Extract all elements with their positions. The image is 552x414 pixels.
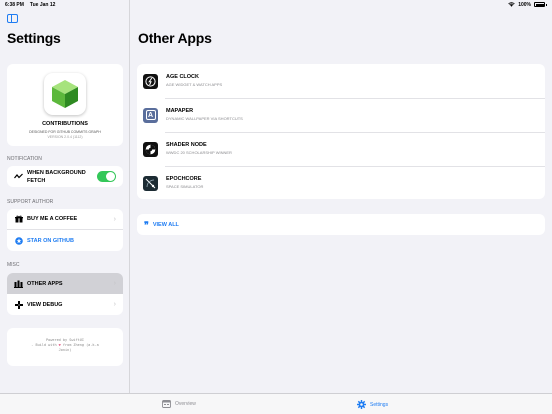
credits-line-4: Jonin)	[58, 347, 72, 352]
other-apps-list: AGE CLOCK AGE WIDGET & WATCH APPS A MAPA…	[137, 64, 545, 199]
app-desc: DYNAMIC WALLPAPER VIA SHORTCUTS	[166, 116, 243, 121]
notification-header: NOTIFICATION	[7, 156, 42, 162]
view-debug-row[interactable]: VIEW DEBUG ›	[7, 294, 123, 315]
app-subtitle: DESIGNED FOR GITHUB COMMITS GRAPH	[29, 130, 101, 134]
credits-build-text: - Build with	[31, 342, 57, 347]
gift-icon	[14, 215, 23, 224]
misc-header: MISC	[7, 262, 20, 268]
activity-icon	[14, 172, 23, 181]
tab-overview[interactable]: Overview	[162, 400, 196, 408]
app-name: EPOCHCORE	[166, 176, 202, 182]
battery-cap	[546, 3, 547, 6]
status-right: 100%	[508, 2, 547, 8]
list-item[interactable]: EPOCHCORE SPACE SIMULATOR	[137, 166, 545, 200]
tab-bar: Overview Settings	[0, 393, 552, 414]
star-github-label: STAR ON GITHUB	[27, 237, 74, 244]
support-header: SUPPORT AUTHOR	[7, 199, 54, 205]
tab-settings[interactable]: Settings	[357, 400, 388, 409]
app-desc: SPACE SIMULATOR	[166, 184, 204, 189]
sidebar-title: Settings	[7, 30, 61, 46]
star-github-row[interactable]: STAR ON GITHUB	[7, 230, 123, 251]
chevron-right-icon: ›	[113, 215, 116, 223]
tab-overview-label: Overview	[175, 401, 196, 407]
credits-card: Powered by SwiftUI - Build with ❤ from Z…	[7, 328, 123, 366]
view-all-label: VIEW ALL	[152, 221, 179, 228]
gear-icon	[357, 400, 366, 409]
list-item[interactable]: A MAPAPER DYNAMIC WALLPAPER VIA SHORTCUT…	[137, 98, 545, 132]
background-fetch-row: WHEN BACKGROUND FETCH	[7, 166, 123, 187]
mapaper-icon: A	[143, 107, 158, 123]
app-cube-icon	[44, 73, 86, 115]
view-debug-label: VIEW DEBUG	[27, 301, 63, 308]
sidebar: Settings CONTRIBUTIONS DESIGNED FOR GITH…	[0, 0, 130, 393]
other-apps-row[interactable]: OTHER APPS ›	[7, 273, 123, 294]
mapaper-glyph: A	[145, 110, 156, 120]
sidebar-toggle-icon[interactable]	[7, 14, 18, 23]
tab-settings-label: Settings	[370, 401, 389, 408]
credits-author-text: from Zheng (a.k.a	[62, 342, 99, 347]
app-desc: AGE WIDGET & WATCH APPS	[166, 82, 223, 87]
star-icon	[14, 236, 23, 245]
shader-node-icon	[143, 141, 158, 157]
gamepad-icon	[14, 300, 23, 309]
app-name: MAPAPER	[166, 108, 194, 114]
chevron-right-icon: ›	[113, 280, 116, 287]
status-date: Tue Jan 12	[29, 1, 56, 8]
buy-coffee-row[interactable]: BUY ME A COFFEE ›	[7, 209, 123, 230]
view-all-button[interactable]: ❞ VIEW ALL	[137, 214, 545, 235]
overview-icon	[162, 400, 171, 408]
other-apps-label: OTHER APPS	[27, 280, 63, 287]
status-time: 6:38 PM	[5, 1, 24, 8]
list-item[interactable]: SHADER NODE WWDC 20 SCHOLARSHIP WINNER	[137, 132, 545, 166]
battery-icon	[534, 2, 545, 7]
app-desc: WWDC 20 SCHOLARSHIP WINNER	[166, 150, 232, 155]
background-fetch-label: WHEN BACKGROUND FETCH	[27, 169, 86, 184]
status-bar: 6:38 PM Tue Jan 12 100%	[0, 0, 552, 9]
app-name: SHADER NODE	[166, 142, 207, 148]
apps-grid-icon	[14, 279, 23, 288]
epochcore-icon	[143, 175, 158, 191]
app-version: VERSION 2.0.4 (1112)	[47, 135, 83, 139]
background-fetch-toggle[interactable]	[97, 171, 116, 182]
app-info-card: CONTRIBUTIONS DESIGNED FOR GITHUB COMMIT…	[7, 64, 123, 146]
page-title: Other Apps	[138, 30, 212, 46]
chevron-right-icon: ›	[113, 301, 116, 308]
list-item[interactable]: AGE CLOCK AGE WIDGET & WATCH APPS	[137, 64, 545, 98]
battery-percent: 100%	[518, 1, 531, 8]
quote-icon: ❞	[144, 220, 149, 231]
buy-coffee-label: BUY ME A COFFEE	[27, 216, 78, 222]
app-name: CONTRIBUTIONS	[42, 121, 88, 127]
heart-icon: ❤	[58, 342, 61, 347]
app-name: AGE CLOCK	[166, 74, 199, 80]
age-clock-icon	[143, 73, 158, 89]
wifi-icon	[508, 2, 515, 7]
